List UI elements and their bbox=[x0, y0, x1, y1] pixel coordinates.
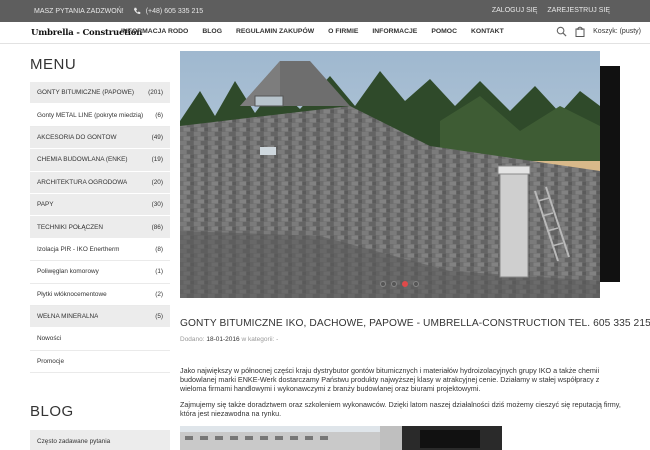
article-photo bbox=[180, 426, 502, 450]
category-count: (1) bbox=[155, 268, 163, 276]
phone-icon bbox=[133, 7, 141, 15]
contact-question: MASZ PYTANIA ZADZWOŃ! bbox=[34, 7, 124, 15]
category-item[interactable]: WEŁNA MINERALNA (5) bbox=[30, 305, 170, 329]
category-count: (2) bbox=[155, 290, 163, 298]
roof-photo bbox=[180, 51, 600, 298]
category-count: (201) bbox=[148, 89, 163, 97]
category-label: Płytki włóknocementowe bbox=[37, 290, 107, 298]
category-item[interactable]: Gonty METAL LINE (pokryte miedzią) (6) bbox=[30, 104, 170, 127]
slider-dot[interactable] bbox=[413, 281, 419, 287]
slider-dots bbox=[380, 281, 419, 287]
category-label: PAPY bbox=[37, 201, 54, 209]
category-item[interactable]: Promocje bbox=[30, 350, 170, 374]
nav-item-informacje[interactable]: INFORMACJE bbox=[372, 28, 417, 35]
account-links: ZALOGUJ SIĘ ZAREJESTRUJ SIĘ bbox=[492, 7, 610, 14]
article-date: 18-01-2016 bbox=[206, 336, 240, 343]
menu-heading: MENU bbox=[30, 56, 77, 73]
category-label: WEŁNA MINERALNA bbox=[37, 313, 99, 321]
category-item[interactable]: Płytki włóknocementowe (2) bbox=[30, 283, 170, 306]
search-icon[interactable] bbox=[556, 26, 567, 37]
category-label: Gonty METAL LINE (pokryte miedzią) bbox=[37, 111, 144, 119]
category-item[interactable]: Nowości bbox=[30, 328, 170, 351]
nav-item-regulamin[interactable]: REGULAMIN ZAKUPÓW bbox=[236, 28, 314, 35]
category-item[interactable]: AKCESORIA DO GONTÓW (49) bbox=[30, 126, 170, 150]
category-menu: GONTY BITUMICZNE (PAPOWE) (201) Gonty MET… bbox=[30, 82, 170, 374]
contact-info: MASZ PYTANIA ZADZWOŃ! (+48) 605 335 215 bbox=[34, 7, 203, 15]
category-label: Nowości bbox=[37, 335, 62, 343]
phone-number[interactable]: (+48) 605 335 215 bbox=[146, 8, 203, 15]
main-menu: INFORMACJA RODO BLOG REGULAMIN ZAKUPÓW O… bbox=[121, 28, 518, 35]
category-item[interactable]: Poliwęglan komorowy (1) bbox=[30, 261, 170, 284]
nav-item-o-firmie[interactable]: O FIRMIE bbox=[328, 28, 358, 35]
category-count: (20) bbox=[151, 178, 163, 186]
category-label: GONTY BITUMICZNE (PAPOWE) bbox=[37, 89, 135, 97]
category-count: (30) bbox=[151, 201, 163, 209]
article-body: Jako największy w północnej części kraju… bbox=[180, 366, 622, 424]
register-link[interactable]: ZAREJESTRUJ SIĘ bbox=[547, 7, 610, 14]
meta-prefix: Dodano: bbox=[180, 336, 205, 343]
article-paragraph: Zajmujemy się także doradztwem oraz szko… bbox=[180, 399, 621, 418]
category-label: AKCESORIA DO GONTÓW bbox=[37, 133, 117, 141]
cart-label[interactable]: Koszyk: (pusty) bbox=[593, 28, 641, 35]
slider-next-panel[interactable] bbox=[600, 66, 620, 282]
article-title: GONTY BITUMICZNE IKO, DACHOWE, PAPOWE - … bbox=[180, 318, 650, 329]
cart-icon[interactable] bbox=[575, 26, 585, 37]
category-item[interactable]: GONTY BITUMICZNE (PAPOWE) (201) bbox=[30, 82, 170, 105]
category-label: Izolacja PIR - IKO Enertherm bbox=[37, 245, 120, 253]
nav-item-blog[interactable]: BLOG bbox=[202, 28, 222, 35]
category-item[interactable]: CHEMIA BUDOWLANA (ENKE) (19) bbox=[30, 149, 170, 172]
category-label: Poliwęglan komorowy bbox=[37, 268, 99, 276]
slider-dot-active[interactable] bbox=[402, 281, 408, 287]
nav-item-rodo[interactable]: INFORMACJA RODO bbox=[121, 28, 188, 35]
category-item[interactable]: ARCHITEKTURA OGRODOWA (20) bbox=[30, 171, 170, 194]
article-paragraph: Jako największy w północnej części kraju… bbox=[180, 366, 600, 394]
login-link[interactable]: ZALOGUJ SIĘ bbox=[492, 7, 538, 14]
category-label: TECHNIKI POŁĄCZEŃ bbox=[37, 223, 104, 231]
blog-menu: Często zadawane pytania bbox=[30, 430, 170, 450]
category-label: CHEMIA BUDOWLANA (ENKE) bbox=[37, 156, 128, 164]
category-label: Promocje bbox=[37, 357, 64, 365]
nav-item-kontakt[interactable]: KONTAKT bbox=[471, 28, 504, 35]
category-label: ARCHITEKTURA OGRODOWA bbox=[37, 178, 128, 186]
category-count: (86) bbox=[151, 223, 163, 231]
blog-item[interactable]: Często zadawane pytania bbox=[30, 430, 170, 450]
category-count: (19) bbox=[151, 156, 163, 164]
category-count: (8) bbox=[155, 245, 163, 253]
nav-tools: Koszyk: (pusty) bbox=[556, 26, 641, 37]
category-item[interactable]: PAPY (30) bbox=[30, 193, 170, 217]
blog-heading: BLOG bbox=[30, 403, 74, 420]
main-navbar: Umbrella - Construction INFORMACJA RODO … bbox=[0, 22, 650, 44]
nav-item-pomoc[interactable]: POMOC bbox=[431, 28, 457, 35]
hero-slider[interactable] bbox=[180, 51, 600, 298]
category-item[interactable]: Izolacja PIR - IKO Enertherm (8) bbox=[30, 238, 170, 262]
category-count: (6) bbox=[155, 111, 163, 119]
category-item[interactable]: TECHNIKI POŁĄCZEŃ (86) bbox=[30, 216, 170, 239]
slider-dot[interactable] bbox=[391, 281, 397, 287]
slider-dot[interactable] bbox=[380, 281, 386, 287]
category-count: (5) bbox=[155, 313, 163, 321]
category-count: (49) bbox=[151, 133, 163, 141]
meta-category: w kategorii: - bbox=[241, 336, 279, 343]
article-meta: Dodano: 18-01-2016 w kategorii: - bbox=[180, 336, 278, 343]
top-bar: MASZ PYTANIA ZADZWOŃ! (+48) 605 335 215 … bbox=[0, 0, 650, 22]
